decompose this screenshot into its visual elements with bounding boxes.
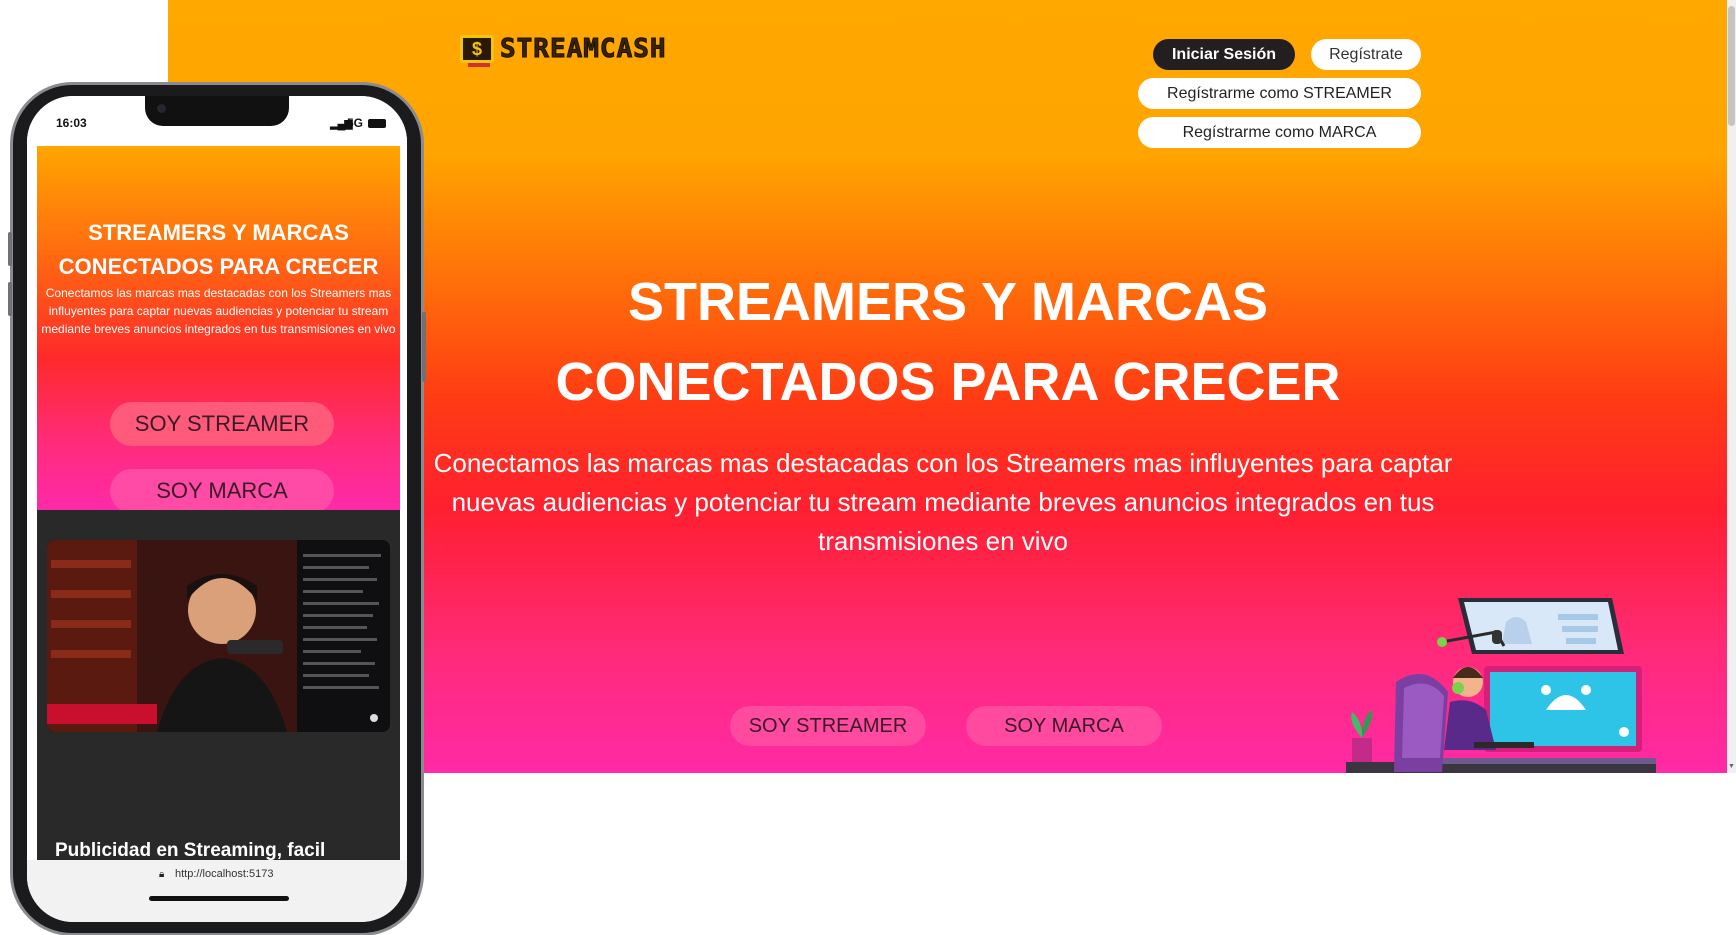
phone-screen: 16:03 ▂▄▆ 5G STREAMERS Y MARCAS CONECTAD… — [27, 96, 407, 922]
phone-volume-down-button — [8, 282, 12, 316]
brand-logo[interactable]: $ STREAMCASH — [460, 33, 667, 67]
streamer-video-thumbnail[interactable] — [47, 540, 390, 732]
browser-scrollbar[interactable]: ▼ — [1727, 0, 1736, 773]
home-indicator — [149, 896, 289, 901]
status-time: 16:03 — [56, 116, 87, 130]
hero-subtitle: Conectamos las marcas mas destacadas con… — [433, 448, 1453, 556]
mobile-url-bar[interactable]: 🔒︎ http://localhost:5173 — [27, 860, 407, 922]
soy-marca-button[interactable]: SOY MARCA — [966, 706, 1162, 746]
phone-status-bar: 16:03 ▂▄▆ 5G — [27, 96, 407, 146]
lock-icon: 🔒︎ — [159, 869, 165, 880]
scroll-down-arrow-icon[interactable]: ▼ — [1728, 763, 1735, 771]
mobile-hero-title: STREAMERS Y MARCAS CONECTADOS PARA CRECE… — [37, 216, 400, 284]
phone-power-button — [422, 312, 426, 382]
scrollbar-thumb[interactable] — [1728, 6, 1735, 126]
mobile-hero-subtitle: Conectamos las marcas mas destacadas con… — [41, 286, 396, 336]
hero-title: STREAMERS Y MARCAS CONECTADOS PARA CRECE… — [498, 262, 1398, 422]
streamer-video-image — [47, 540, 390, 732]
gamer-illustration — [1346, 598, 1656, 773]
hero-title-line2: CONECTADOS PARA CRECER — [555, 352, 1341, 412]
login-button[interactable]: Iniciar Sesión — [1153, 39, 1295, 70]
mobile-url-text: http://localhost:5173 — [175, 868, 274, 880]
register-brand-button[interactable]: Regístrarme como MARCA — [1138, 117, 1421, 148]
screenshot-stage: $ STREAMCASH Iniciar Sesión Regístrate R… — [0, 0, 1736, 935]
mobile-hero-title-line1: STREAMERS Y MARCAS — [88, 220, 349, 245]
mobile-hero-title-line2: CONECTADOS PARA CRECER — [58, 254, 379, 279]
phone-notch — [145, 96, 289, 126]
register-streamer-button[interactable]: Regístrarme como STREAMER — [1138, 78, 1421, 109]
mobile-soy-marca-button[interactable]: SOY MARCA — [110, 469, 334, 513]
status-network: 5G — [347, 116, 364, 130]
mobile-soy-streamer-button[interactable]: SOY STREAMER — [110, 402, 334, 446]
mobile-hero-section: STREAMERS Y MARCAS CONECTADOS PARA CRECE… — [37, 146, 400, 513]
battery-icon — [368, 119, 386, 128]
phone-mockup: 16:03 ▂▄▆ 5G STREAMERS Y MARCAS CONECTAD… — [8, 82, 426, 935]
brand-wordmark: STREAMCASH — [500, 34, 667, 65]
phone-volume-up-button — [8, 232, 12, 266]
register-button[interactable]: Regístrate — [1311, 39, 1421, 70]
soy-streamer-button[interactable]: SOY STREAMER — [730, 706, 926, 746]
hero-title-line1: STREAMERS Y MARCAS — [627, 272, 1269, 332]
dollar-coin-icon: $ — [460, 35, 494, 67]
mobile-dark-section: Publicidad en Streaming, facil — [37, 510, 400, 861]
mobile-next-section-title: Publicidad en Streaming, facil — [55, 840, 326, 861]
